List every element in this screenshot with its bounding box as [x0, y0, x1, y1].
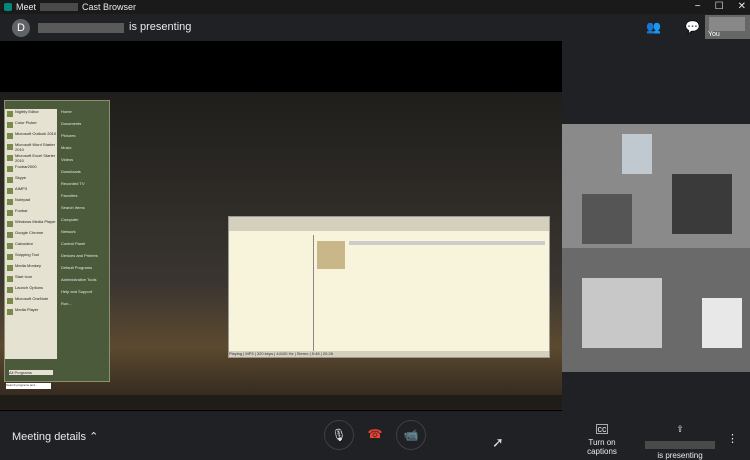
start-menu-place[interactable]: Search Items	[57, 205, 109, 217]
blurred-title-segment	[40, 3, 79, 11]
album-art	[317, 241, 345, 269]
more-vert-icon[interactable]: ⋮	[727, 432, 738, 445]
start-menu-program[interactable]: Color Picker	[5, 120, 57, 131]
start-menu-programs: Nightly Editor Color Picker Microsoft Outl…	[5, 109, 57, 359]
start-menu-program[interactable]: Skype	[5, 175, 57, 186]
start-menu-program[interactable]: Media Player	[5, 307, 57, 318]
player-toolbar	[229, 217, 549, 231]
window-title: Meet	[16, 2, 37, 12]
start-menu-program[interactable]: AIMP3	[5, 186, 57, 197]
shared-taskbar	[0, 395, 562, 409]
captions-button[interactable]: cc Turn on captions	[575, 424, 629, 456]
present-icon: ⇪	[676, 424, 684, 434]
start-menu-place[interactable]: Videos	[57, 157, 109, 169]
player-library-pane	[229, 235, 314, 353]
start-menu-program[interactable]: Notepad	[5, 197, 57, 208]
you-label: You	[708, 31, 720, 38]
people-icon[interactable]: 👥	[646, 20, 661, 34]
start-menu-program[interactable]: Media Monkey	[5, 263, 57, 274]
start-menu-place[interactable]: Recorded TV	[57, 181, 109, 193]
start-menu-place[interactable]: Documents	[57, 121, 109, 133]
track-header	[349, 241, 545, 245]
start-menu-place[interactable]: Downloads	[57, 169, 109, 181]
start-menu-place[interactable]: Help and Support	[57, 289, 109, 301]
start-menu-program[interactable]: Foobar	[5, 208, 57, 219]
start-menu-place[interactable]: Home	[57, 109, 109, 121]
meeting-details-label: Meeting details	[12, 431, 86, 443]
participant-tiles	[562, 124, 750, 372]
start-menu-program[interactable]: Calculator	[5, 241, 57, 252]
start-menu-program[interactable]: Microsoft Outlook 2010	[5, 131, 57, 142]
self-video-blur	[709, 17, 745, 31]
start-menu-program[interactable]: Microsoft Word Starter 2010	[5, 142, 57, 153]
start-menu-place[interactable]: Favorites	[57, 193, 109, 205]
start-menu-place[interactable]: Default Programs	[57, 265, 109, 277]
start-menu-program[interactable]: Foobar2000	[5, 164, 57, 175]
start-menu-place[interactable]: Computer	[57, 217, 109, 229]
player-status: Playing | MP3 | 320 kbps | 44100 Hz | St…	[229, 351, 549, 357]
participant-tile-1[interactable]	[562, 124, 750, 248]
camera-button[interactable]: 📹	[396, 420, 426, 450]
start-menu-program[interactable]: Windows Media Player	[5, 219, 57, 230]
mic-button[interactable]: 🎙	[324, 420, 354, 450]
start-menu-program[interactable]: Microsoft OneNote	[5, 296, 57, 307]
close-button[interactable]: ✕	[738, 0, 746, 14]
camera-icon: 📹	[403, 428, 419, 442]
window-controls: − ☐ ✕	[695, 0, 746, 14]
start-menu-program[interactable]: Microsoft Excel Starter 2010	[5, 153, 57, 164]
start-menu-place[interactable]: Network	[57, 229, 109, 241]
captions-label: Turn on captions	[587, 438, 617, 456]
self-video-tile[interactable]: You	[705, 15, 750, 39]
hangup-button[interactable]: ☎	[361, 420, 389, 448]
all-programs: All Programs	[9, 370, 53, 375]
start-menu-place[interactable]: Control Panel	[57, 241, 109, 253]
start-menu-program[interactable]: Snipping Tool	[5, 252, 57, 263]
minimize-button[interactable]: −	[695, 0, 701, 14]
presenting-text: is presenting	[129, 21, 192, 33]
music-player-window: Playing | MP3 | 320 kbps | 44100 Hz | St…	[228, 216, 550, 358]
participant-tile-2[interactable]	[562, 248, 750, 372]
cc-icon: cc	[596, 424, 608, 434]
present-button[interactable]: ⇪ is presenting	[645, 424, 715, 460]
start-menu-program[interactable]: Google Chrome	[5, 230, 57, 241]
start-menu-place[interactable]: Pictures	[57, 133, 109, 145]
chevron-up-icon: ⌃	[89, 431, 99, 443]
start-menu: Nightly Editor Color Picker Microsoft Outl…	[4, 100, 110, 382]
chat-icon[interactable]: 💬	[685, 20, 700, 34]
control-bar: Meeting details ⌃ 🎙 ☎ 📹 ➚ cc Turn on cap…	[0, 412, 750, 460]
start-menu-program[interactable]: Nightly Editor	[5, 109, 57, 120]
meeting-header: D is presenting 👥 💬	[0, 14, 750, 40]
start-menu-places: Home Documents Pictures Music Videos Download…	[57, 109, 109, 359]
presenter-name-blurred	[645, 441, 715, 449]
start-menu-place[interactable]: Administrative Tools	[57, 277, 109, 289]
meet-logo-icon	[4, 3, 12, 11]
start-menu-program[interactable]: Launch Options	[5, 285, 57, 296]
start-menu-program[interactable]: Start Icon	[5, 274, 57, 285]
meeting-details-button[interactable]: Meeting details ⌃	[12, 430, 98, 443]
presenter-avatar: D	[12, 19, 30, 37]
window-title-suffix: Cast Browser	[82, 2, 137, 12]
start-search: Search programs and...	[6, 383, 51, 389]
title-bar: Meet Cast Browser − ☐ ✕	[0, 0, 750, 14]
mic-icon: 🎙	[331, 428, 347, 442]
presenter-name-blurred	[38, 23, 124, 33]
start-menu-place[interactable]: Devices and Printers	[57, 253, 109, 265]
start-menu-place[interactable]: Run...	[57, 301, 109, 313]
mouse-cursor-icon: ➚	[492, 434, 504, 450]
hangup-icon: ☎	[367, 427, 383, 441]
start-menu-place[interactable]: Music	[57, 145, 109, 157]
maximize-button[interactable]: ☐	[715, 0, 724, 14]
